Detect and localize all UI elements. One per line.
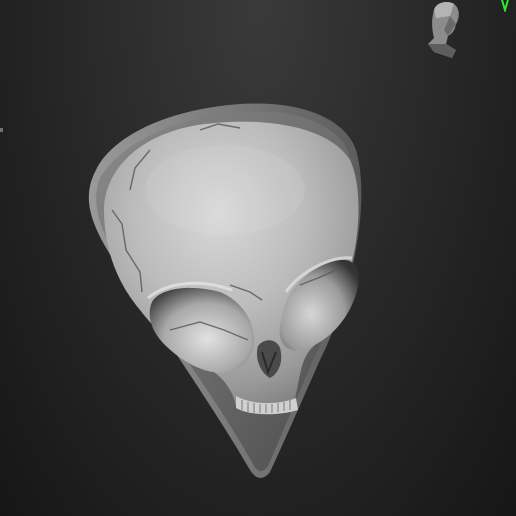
green-axis-marker-icon — [501, 0, 509, 12]
alien-skull-guitar-pick-model[interactable] — [0, 0, 516, 516]
3d-viewport[interactable] — [0, 0, 516, 516]
head-navigation-gizmo-icon[interactable] — [422, 0, 468, 62]
